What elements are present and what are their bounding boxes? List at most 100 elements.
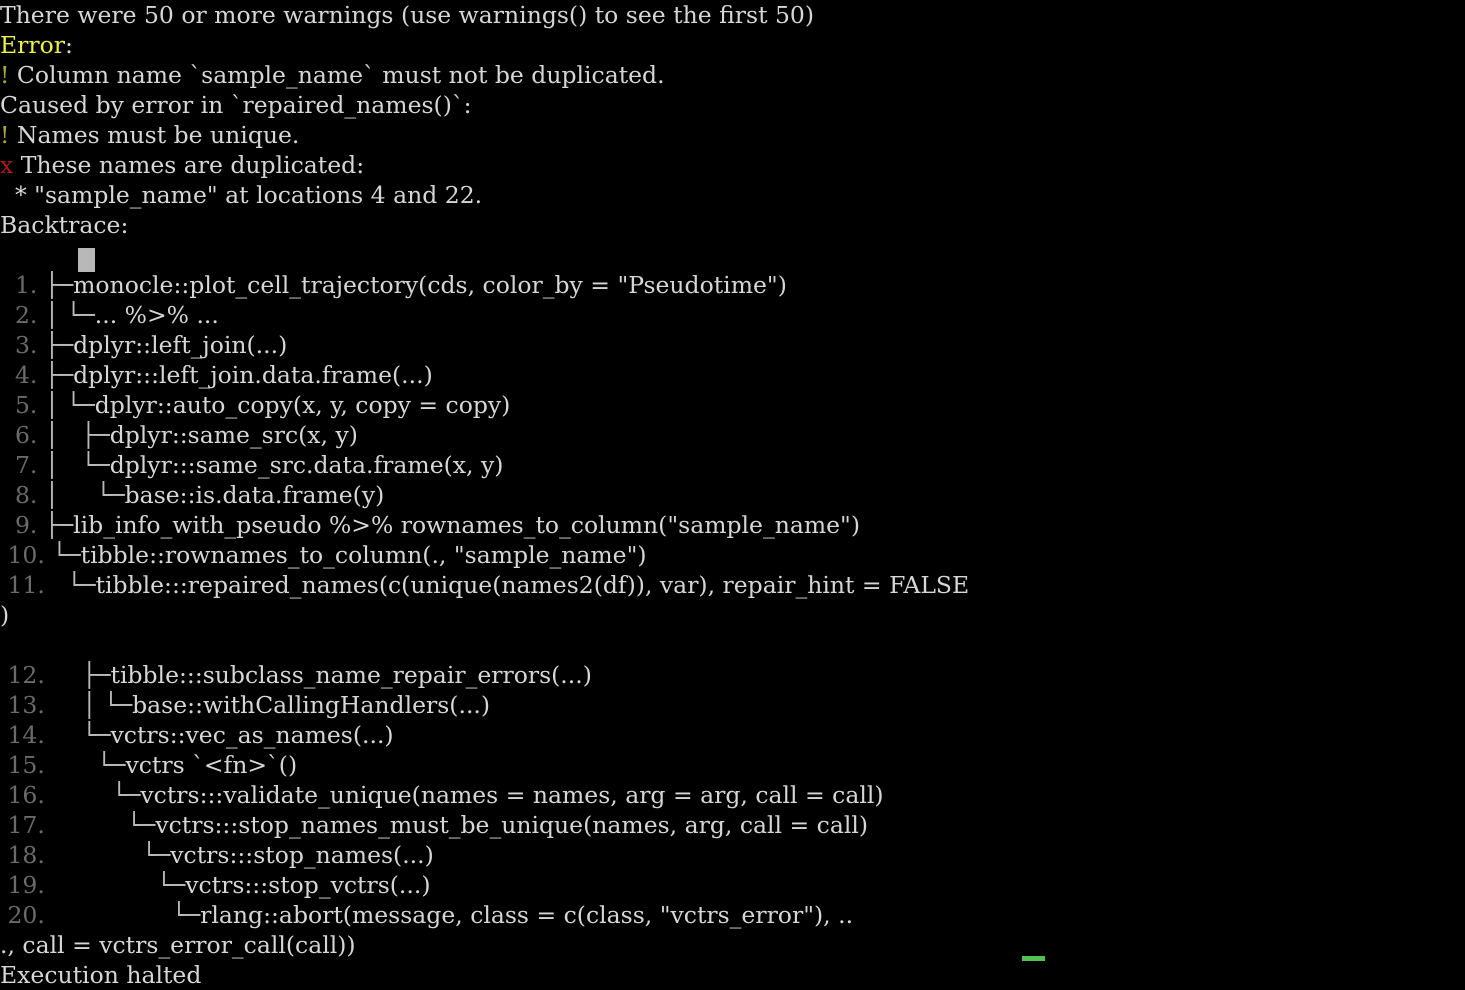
line-segment: lib_info_with_pseudo %>% rownames_to_col… (73, 511, 861, 539)
line-segment: └─ (52, 751, 126, 779)
line-segment: Execution halted (0, 961, 202, 989)
line-segment: └─ (52, 541, 81, 569)
line-segment: └─ (52, 811, 156, 839)
line-segment: 14. (0, 721, 53, 749)
terminal-line-backtrace-header: Backtrace: (0, 210, 1465, 240)
line-segment: Names must be unique. (9, 121, 300, 149)
line-segment: 6. (0, 421, 45, 449)
prompt-cursor (1022, 956, 1045, 961)
line-segment: ├─ (44, 511, 74, 539)
terminal-line-frame-16: 16. └─vctrs:::validate_unique(names = na… (0, 780, 1465, 810)
line-segment: │ └─ (44, 301, 95, 329)
line-segment: There were 50 or more warnings (use warn… (0, 1, 815, 29)
line-segment: └─ (52, 871, 186, 899)
line-segment: ├─ (52, 661, 111, 689)
line-segment: dplyr:::left_join.data.frame(...) (73, 361, 433, 389)
terminal-line-frame-4: 4. ├─dplyr:::left_join.data.frame(...) (0, 360, 1465, 390)
line-segment: vctrs:::stop_names(...) (170, 841, 434, 869)
line-segment: ) (0, 601, 10, 629)
terminal-line-duplicate-detail: * "sample_name" at locations 4 and 22. (0, 180, 1465, 210)
terminal-line-backtrace-spacer (0, 240, 1465, 270)
line-segment: : (65, 31, 73, 59)
line-segment: dplyr::left_join(...) (73, 331, 288, 359)
line-segment: * "sample_name" at locations 4 and 22. (0, 181, 483, 209)
line-segment: ... %>% ... (94, 301, 219, 329)
line-segment: vctrs::vec_as_names(...) (110, 721, 394, 749)
line-segment: monocle::plot_cell_trajectory(cds, color… (73, 271, 787, 299)
line-segment: rlang::abort(message, class = c(class, "… (200, 901, 854, 929)
line-segment: 7. (0, 451, 45, 479)
line-segment: vctrs:::stop_vctrs(...) (185, 871, 431, 899)
line-segment: │ ├─ (44, 421, 110, 449)
line-segment: tibble:::subclass_name_repair_errors(...… (110, 661, 592, 689)
line-segment: 17. (0, 811, 53, 839)
line-segment: └─ (52, 781, 141, 809)
terminal-line-frame-20: 20. └─rlang::abort(message, class = c(cl… (0, 900, 1465, 930)
terminal-line-error-bullet-1: ! Column name `sample_name` must not be … (0, 60, 1465, 90)
terminal-line-error-bullet-2: ! Names must be unique. (0, 120, 1465, 150)
line-segment: Column name `sample_name` must not be du… (9, 61, 665, 89)
terminal-line-frame-17: 17. └─vctrs:::stop_names_must_be_unique(… (0, 810, 1465, 840)
terminal-line-frame-11: 11. └─tibble:::repaired_names(c(unique(n… (0, 570, 1465, 600)
line-segment: tibble:::repaired_names(c(unique(names2(… (95, 571, 970, 599)
terminal-line-frame-7: 7. │ └─dplyr:::same_src.data.frame(x, y) (0, 450, 1465, 480)
terminal-line-frame-1: 1. ├─monocle::plot_cell_trajectory(cds, … (0, 270, 1465, 300)
line-segment: 3. (0, 331, 45, 359)
terminal-line-frame-11-wrap: ) (0, 600, 1465, 630)
line-segment: │ └─ (44, 451, 110, 479)
terminal-line-frame-14: 14. └─vctrs::vec_as_names(...) (0, 720, 1465, 750)
terminal-line-frame-2: 2. │ └─... %>% ... (0, 300, 1465, 330)
line-segment: base::withCallingHandlers(...) (132, 691, 491, 719)
line-segment: ├─ (44, 271, 74, 299)
line-segment: └─ (52, 841, 171, 869)
line-segment: Error (0, 31, 66, 59)
line-segment: 11. (0, 571, 53, 599)
line-segment: dplyr::same_src(x, y) (109, 421, 358, 449)
line-segment: 15. (0, 751, 53, 779)
terminal-line-frame-19: 19. └─vctrs:::stop_vctrs(...) (0, 870, 1465, 900)
terminal-line-execution-halted: Execution halted (0, 960, 1465, 990)
line-segment: 9. (0, 511, 45, 539)
terminal-line-warnings-notice: There were 50 or more warnings (use warn… (0, 0, 1465, 30)
line-segment: x (0, 151, 14, 179)
terminal-line-frame-10: 10. └─tibble::rownames_to_column(., "sam… (0, 540, 1465, 570)
line-segment: 20. (0, 901, 53, 929)
terminal-line-error-header: Error: (0, 30, 1465, 60)
line-segment: dplyr:::same_src.data.frame(x, y) (109, 451, 504, 479)
line-segment: Backtrace: (0, 211, 129, 239)
terminal-window[interactable]: There were 50 or more warnings (use warn… (0, 0, 1465, 989)
terminal-line-frame-3: 3. ├─dplyr::left_join(...) (0, 330, 1465, 360)
line-segment: 12. (0, 661, 53, 689)
terminal-line-frame-13: 13. │ └─base::withCallingHandlers(...) (0, 690, 1465, 720)
line-segment: ., call = vctrs_error_call(call)) (0, 931, 356, 959)
terminal-line-frame-5: 5. │ └─dplyr::auto_copy(x, y, copy = cop… (0, 390, 1465, 420)
terminal-line-frame-11-spacer (0, 630, 1465, 660)
line-segment: 4. (0, 361, 45, 389)
terminal-line-frame-15: 15. └─vctrs `<fn>`() (0, 750, 1465, 780)
terminal-line-frame-12: 12. ├─tibble:::subclass_name_repair_erro… (0, 660, 1465, 690)
terminal-line-caused-by: Caused by error in `repaired_names()`: (0, 90, 1465, 120)
terminal-line-frame-9: 9. ├─lib_info_with_pseudo %>% rownames_t… (0, 510, 1465, 540)
line-segment: vctrs:::validate_unique(names = names, a… (140, 781, 884, 809)
line-segment: 18. (0, 841, 53, 869)
line-segment: base::is.data.frame(y) (124, 481, 385, 509)
terminal-line-error-cross: x These names are duplicated: (0, 150, 1465, 180)
text-cursor-block (78, 248, 95, 272)
line-segment: └─ (52, 901, 201, 929)
line-segment: Caused by error in `repaired_names()`: (0, 91, 472, 119)
line-segment: │ └─ (44, 391, 95, 419)
line-segment: │ └─ (52, 691, 133, 719)
line-segment: These names are duplicated: (13, 151, 365, 179)
line-segment: 8. (0, 481, 45, 509)
line-segment: vctrs:::stop_names_must_be_unique(names,… (155, 811, 869, 839)
line-segment: vctrs `<fn>`() (125, 751, 298, 779)
line-segment: 16. (0, 781, 53, 809)
line-segment: ├─ (44, 331, 74, 359)
line-segment: └─ (52, 571, 96, 599)
line-segment: 10. (0, 541, 53, 569)
terminal-output: There were 50 or more warnings (use warn… (0, 0, 1465, 990)
terminal-line-frame-20-wrap: ., call = vctrs_error_call(call)) (0, 930, 1465, 960)
line-segment: ├─ (44, 361, 74, 389)
terminal-line-frame-6: 6. │ ├─dplyr::same_src(x, y) (0, 420, 1465, 450)
line-segment: 1. (0, 271, 45, 299)
